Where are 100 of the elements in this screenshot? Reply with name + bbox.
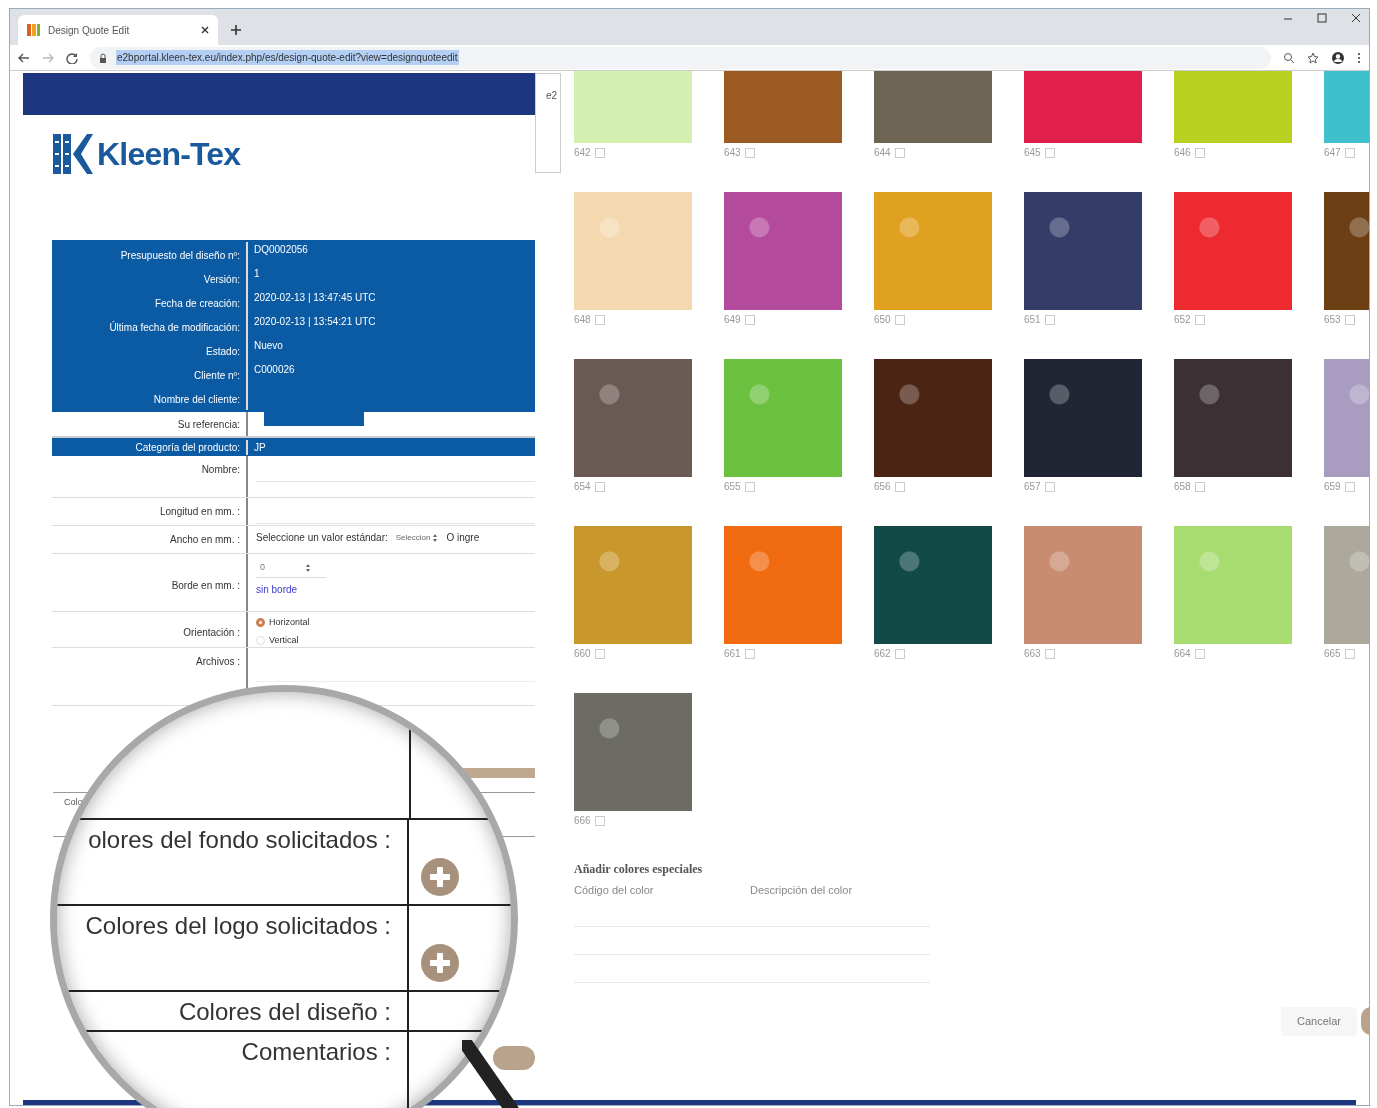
checkbox[interactable]: [594, 815, 605, 826]
field-label: Estado:: [206, 346, 240, 357]
swatch-option[interactable]: 642: [574, 145, 724, 160]
checkbox[interactable]: [1044, 147, 1055, 158]
checkbox[interactable]: [744, 147, 755, 158]
field-value: 2020-02-13 | 13:54:21 UTC: [253, 315, 376, 329]
checkbox[interactable]: [1194, 147, 1205, 158]
spinner-icon: [305, 562, 311, 573]
number-field[interactable]: 0: [256, 558, 326, 578]
checkbox[interactable]: [744, 481, 755, 492]
swatch-option[interactable]: 664: [1174, 646, 1324, 661]
radio-option[interactable]: Vertical: [256, 633, 535, 647]
swatch-option[interactable]: 661: [724, 646, 874, 661]
field-label: Su referencia:: [177, 417, 240, 432]
radio-button[interactable]: [256, 618, 265, 628]
swatch-option[interactable]: 651: [1024, 312, 1174, 327]
swatch-option[interactable]: 656: [874, 479, 1024, 494]
add-icon: [421, 858, 459, 896]
checkbox[interactable]: [1194, 314, 1205, 325]
field-label: Categoría del producto:: [135, 440, 240, 455]
field-label: Colores del logo solicitados :: [85, 911, 391, 941]
popup-text: e2: [546, 90, 558, 101]
swatch-option[interactable]: 660: [574, 646, 724, 661]
checkbox[interactable]: [1044, 314, 1055, 325]
swatch-option[interactable]: 652: [1174, 312, 1324, 327]
field-value: 2020-02-13 | 13:47:45 UTC: [253, 291, 376, 305]
checkbox[interactable]: [1344, 314, 1355, 325]
field-label: Orientación :: [183, 626, 240, 640]
checkbox[interactable]: [894, 481, 905, 492]
checkbox[interactable]: [894, 314, 905, 325]
swatch-option[interactable]: 663: [1024, 646, 1174, 661]
address-bar[interactable]: e2bportal.kleen-tex.eu/index.php/es/design-quote-edit?view=designquoteedit: [90, 46, 1271, 69]
checkbox[interactable]: [1044, 481, 1055, 492]
radio-option[interactable]: Horizontal: [256, 616, 535, 630]
swatch-option[interactable]: 654: [574, 479, 724, 494]
checkbox[interactable]: [744, 314, 755, 325]
field-value: 1: [253, 267, 260, 281]
checkbox[interactable]: [1044, 648, 1055, 659]
field-value: JP: [253, 440, 266, 455]
checkbox[interactable]: [1194, 481, 1205, 492]
swatch-option[interactable]: 653: [1324, 312, 1369, 327]
field-label: Última fecha de modificación:: [109, 322, 240, 333]
account-icon: [1331, 50, 1345, 65]
field-label: olores del fondo solicitados :: [88, 825, 391, 855]
swatch-option[interactable]: 648: [574, 312, 724, 327]
url-text: e2bportal.kleen-tex.eu/index.php/es/design-quote-edit?view=designquoteedit: [116, 50, 459, 65]
swatch-option[interactable]: 650: [874, 312, 1024, 327]
checkbox[interactable]: [594, 147, 605, 158]
logo-text: Kleen-Tex: [97, 135, 241, 174]
reload-icon: [66, 51, 78, 64]
checkbox[interactable]: [594, 314, 605, 325]
checkbox[interactable]: [1344, 147, 1355, 158]
new-tab-icon: [230, 24, 242, 36]
field-label: Versión:: [203, 274, 240, 285]
field-prompt: O ingre: [446, 531, 480, 545]
no-border-link[interactable]: sin borde: [256, 582, 535, 597]
checkbox[interactable]: [1344, 648, 1355, 659]
swatch-option[interactable]: 644: [874, 145, 1024, 160]
field-label: Fecha de creación:: [154, 298, 240, 309]
swatch-option[interactable]: 665: [1324, 646, 1369, 661]
swatch-option[interactable]: 662: [874, 646, 1024, 661]
swatch-option[interactable]: 657: [1024, 479, 1174, 494]
select-dropdown[interactable]: Seleccion: [395, 531, 439, 544]
maximize-icon: [1317, 13, 1327, 23]
field-label: Presupuesto del diseño nº:: [120, 250, 240, 261]
column-header: Código del color: [574, 883, 655, 898]
checkbox[interactable]: [1194, 648, 1205, 659]
browser-tab[interactable]: Design Quote Edit: [18, 15, 218, 45]
field-label: Comentarios :: [241, 1037, 391, 1067]
checkbox[interactable]: [894, 648, 905, 659]
checkbox[interactable]: [1344, 481, 1355, 492]
lock-icon: [98, 52, 108, 63]
favicon-icon: [26, 23, 40, 37]
swatch-option[interactable]: 649: [724, 312, 874, 327]
swatch-option[interactable]: 647: [1324, 145, 1369, 160]
field-value: DQ0002056: [253, 243, 308, 257]
field-label: Borde en mm. :: [171, 579, 240, 593]
field-prompt: Seleccione un valor estándar:: [256, 531, 388, 545]
field-label: Longitud en mm. :: [159, 505, 240, 519]
swatch-option[interactable]: 645: [1024, 145, 1174, 160]
updown-icon: [432, 532, 439, 543]
swatch-option[interactable]: 659: [1324, 479, 1369, 494]
pill-button[interactable]: [493, 1046, 535, 1070]
cancel-button[interactable]: Cancelar: [1280, 1007, 1357, 1036]
checkbox[interactable]: [594, 648, 605, 659]
forward-icon: [42, 51, 54, 64]
swatch-option[interactable]: 655: [724, 479, 874, 494]
close-icon: [200, 25, 210, 35]
swatch-option[interactable]: 666: [574, 813, 724, 828]
checkbox[interactable]: [594, 481, 605, 492]
checkbox[interactable]: [744, 648, 755, 659]
zoom-icon: [1283, 51, 1295, 64]
field-label: Colores del diseño :: [178, 997, 391, 1027]
swatch-option[interactable]: 658: [1174, 479, 1324, 494]
field-label: Archivos :: [196, 655, 240, 669]
swatch-option[interactable]: 646: [1174, 145, 1324, 160]
swatch-option[interactable]: 643: [724, 145, 874, 160]
star-icon: [1307, 51, 1319, 64]
checkbox[interactable]: [894, 147, 905, 158]
tab-title: Design Quote Edit: [48, 23, 131, 38]
